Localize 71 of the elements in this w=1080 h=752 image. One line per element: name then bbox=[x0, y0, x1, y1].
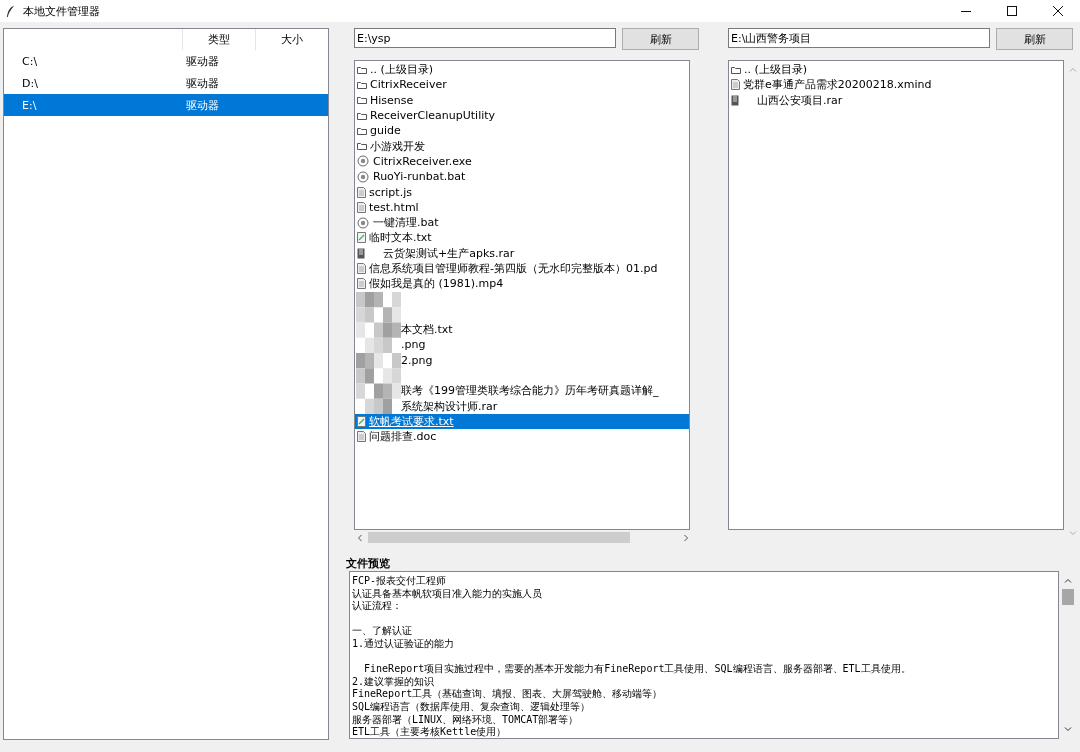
file-name[interactable]: script.js bbox=[369, 185, 412, 199]
document-icon bbox=[357, 186, 366, 198]
preview-label: 文件预览 bbox=[346, 556, 391, 571]
file-name[interactable]: 临时文本.txt bbox=[369, 230, 432, 246]
file-name[interactable]: test.html bbox=[369, 200, 419, 214]
document-icon bbox=[731, 79, 740, 91]
gear-icon bbox=[357, 216, 369, 229]
file-name[interactable]: 2.png bbox=[401, 353, 433, 367]
file-name[interactable]: 问题排查.doc bbox=[369, 429, 437, 445]
drive-row[interactable]: D:\ 驱动器 bbox=[4, 72, 328, 94]
scrollbar-thumb[interactable] bbox=[1061, 589, 1074, 605]
file-name[interactable]: 小游戏开发 bbox=[370, 138, 425, 154]
preview-line: SQL编程语言（数据库使用、复杂查询、逻辑处理等） bbox=[352, 700, 591, 712]
preview-line: ETL工具（主要考核Kettle使用） bbox=[352, 726, 507, 738]
preview-line: 一、了解认证 bbox=[352, 625, 412, 637]
preview-line: 认证具备基本帆软项目准入能力的实施人员 bbox=[352, 587, 542, 599]
gear-icon bbox=[357, 170, 369, 183]
file-name[interactable]: 信息系统项目管理师教程-第四版（无水印完整版本）01.pd bbox=[369, 261, 658, 276]
file-name[interactable]: 山西公安项目.rar bbox=[743, 92, 843, 108]
file-name[interactable]: .. (上级目录) bbox=[744, 62, 808, 78]
notepad-icon bbox=[357, 232, 366, 244]
archive-icon bbox=[357, 247, 366, 259]
file-name[interactable]: ReceiverCleanupUtility bbox=[370, 109, 496, 123]
file-name[interactable]: guide bbox=[370, 124, 401, 138]
file-name[interactable]: .png bbox=[401, 338, 426, 352]
drive-type: 驱动器 bbox=[186, 75, 219, 91]
file-name[interactable]: CitrixReceiver.exe bbox=[373, 154, 472, 168]
drive-row[interactable]: E:\ 驱动器 bbox=[4, 94, 328, 116]
refresh-button[interactable]: 刷新 bbox=[996, 28, 1073, 50]
document-icon bbox=[357, 263, 366, 274]
file-name[interactable]: 联考《199管理类联考综合能力》历年考研真题详解_ bbox=[401, 383, 659, 399]
drive-name: D:\ bbox=[21, 76, 39, 90]
preview-line: FineReport工具（基础查询、填报、图表、大屏驾驶舱、移动端等） bbox=[352, 688, 663, 700]
file-name[interactable]: .. (上级目录) bbox=[370, 62, 434, 78]
drive-type: 驱动器 bbox=[186, 53, 219, 69]
document-icon bbox=[357, 201, 366, 213]
file-name[interactable]: Hisense bbox=[370, 93, 414, 107]
window-title: 本地文件管理器 bbox=[23, 3, 100, 19]
feather-icon bbox=[6, 4, 15, 18]
drive-name: E:\ bbox=[21, 98, 38, 112]
path-field[interactable]: E:\ysp bbox=[354, 28, 616, 48]
file-name[interactable]: 本文档.txt bbox=[401, 322, 453, 338]
file-name[interactable]: RuoYi-runbat.bat bbox=[373, 170, 466, 184]
document-icon bbox=[357, 431, 366, 443]
file-name[interactable]: 系统架构设计师.rar bbox=[401, 398, 498, 414]
preview-line: 认证流程： bbox=[352, 600, 402, 612]
preview-line: FCP-报表交付工程师 bbox=[352, 575, 447, 586]
scrollbar-thumb[interactable] bbox=[368, 532, 630, 543]
file-name[interactable]: CitrixReceiver bbox=[370, 78, 447, 92]
preview-line: 1.通过认证验证的能力 bbox=[352, 637, 455, 649]
gear-icon bbox=[357, 155, 369, 168]
drive-name: C:\ bbox=[21, 54, 39, 68]
archive-icon bbox=[731, 94, 740, 106]
file-name[interactable]: 假如我是真的 (1981).mp4 bbox=[369, 276, 504, 292]
refresh-button[interactable]: 刷新 bbox=[622, 28, 699, 50]
close-icon[interactable] bbox=[1052, 5, 1064, 17]
file-name[interactable]: 一键清理.bat bbox=[373, 215, 439, 231]
notepad-icon bbox=[357, 415, 366, 427]
drive-row[interactable]: C:\ 驱动器 bbox=[4, 50, 328, 72]
document-icon bbox=[357, 278, 366, 290]
preview-line: 2.建议掌握的知识 bbox=[352, 675, 435, 687]
maximize-icon[interactable] bbox=[1006, 5, 1018, 17]
drive-type: 驱动器 bbox=[186, 97, 219, 113]
preview-line: 服务器部署（LINUX、网络环境、TOMCAT部署等） bbox=[352, 713, 579, 725]
column-header[interactable]: 大小 bbox=[255, 29, 328, 50]
file-name[interactable]: 云货架测试+生产apks.rar bbox=[369, 245, 515, 261]
folder-icon bbox=[731, 65, 741, 74]
column-header[interactable]: 类型 bbox=[182, 29, 255, 50]
file-name[interactable]: 党群e事通产品需求20200218.xmind bbox=[743, 77, 932, 93]
preview-line: FineReport项目实施过程中，需要的基本开发能力有FineReport工具使用、SQL编程语言、服务器部署、ETL工具使用。 bbox=[363, 663, 911, 675]
path-field[interactable]: E:\山西警务项目 bbox=[728, 28, 990, 48]
